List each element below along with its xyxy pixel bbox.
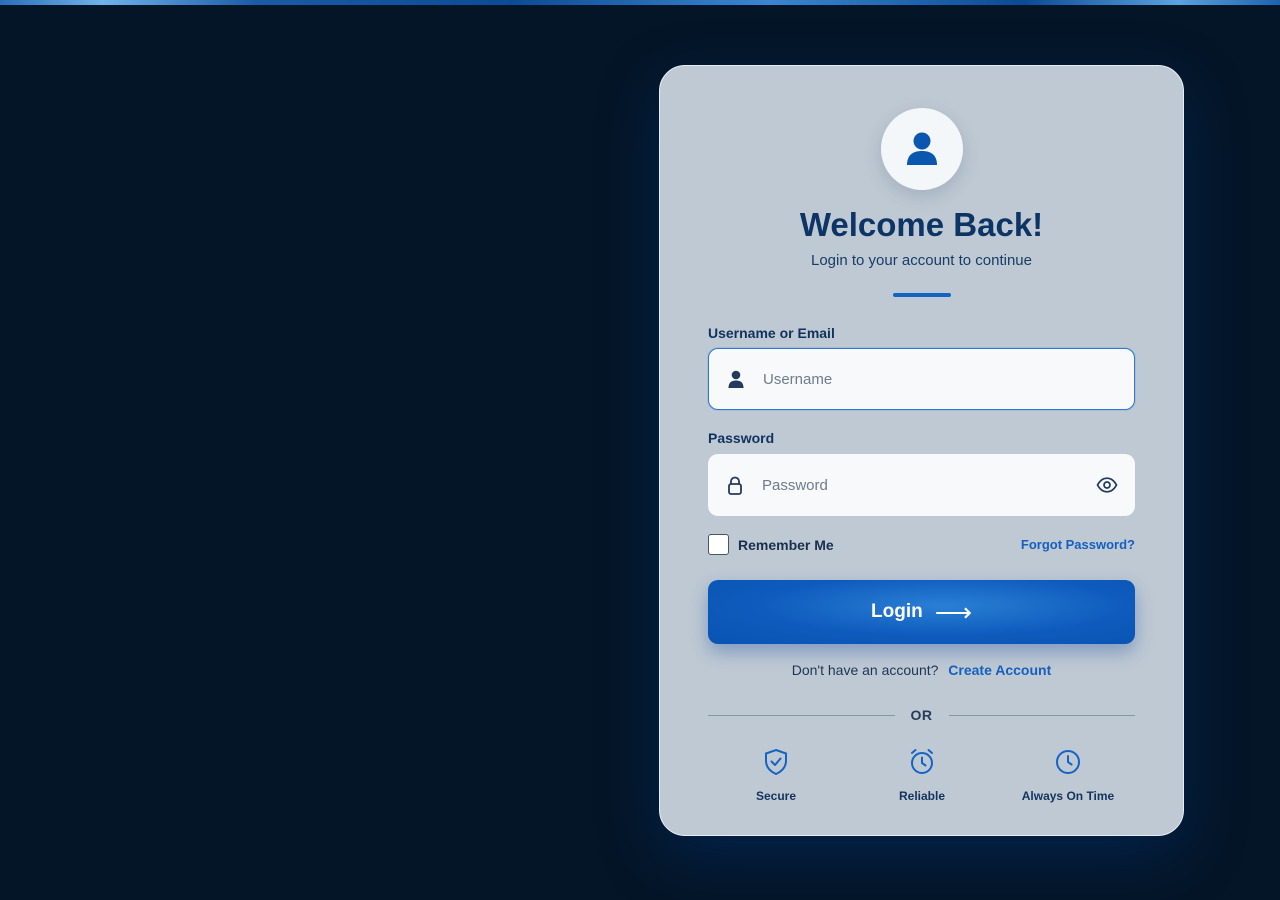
password-label: Password <box>708 430 775 446</box>
clock-icon <box>1056 750 1080 774</box>
arrow-right-icon: ⟶ <box>934 597 972 627</box>
remember-me-label: Remember Me <box>738 536 834 553</box>
login-button[interactable]: Login ⟶ <box>708 580 1135 644</box>
user-icon <box>728 370 744 388</box>
lock-icon <box>728 476 742 495</box>
feature-reliable: Reliable <box>852 747 992 803</box>
remember-me-checkbox[interactable] <box>708 534 729 555</box>
avatar <box>881 108 963 190</box>
feature-label: Reliable <box>898 789 946 803</box>
page-title: Welcome Back! <box>799 206 1044 243</box>
or-divider: OR <box>708 706 1135 724</box>
feature-label: Secure <box>755 789 797 803</box>
title-accent-divider <box>893 293 951 297</box>
alarm-clock-icon <box>911 749 933 774</box>
login-button-label: Login <box>871 601 923 622</box>
username-input[interactable] <box>763 349 1134 409</box>
login-card: Welcome Back! Login to your account to c… <box>659 65 1184 836</box>
signup-prompt-text: Don't have an account? <box>791 662 939 678</box>
signup-prompt: Don't have an account? Create Account <box>660 662 1183 678</box>
page-subtitle: Login to your account to continue <box>811 252 1032 269</box>
top-banner-strip <box>0 0 1280 5</box>
username-label: Username or Email <box>708 325 835 341</box>
user-icon <box>907 132 937 165</box>
password-input[interactable] <box>762 454 1079 516</box>
create-account-link[interactable]: Create Account <box>948 662 1051 678</box>
username-field[interactable] <box>708 348 1135 410</box>
feature-label: Always On Time <box>1021 789 1115 803</box>
feature-secure: Secure <box>706 747 846 803</box>
eye-icon <box>1096 477 1118 493</box>
forgot-password-link[interactable]: Forgot Password? <box>1021 537 1135 552</box>
or-divider-text: OR <box>910 707 933 723</box>
shield-check-icon <box>765 748 787 776</box>
feature-always-on-time: Always On Time <box>998 747 1138 803</box>
remember-me[interactable]: Remember Me <box>708 534 834 555</box>
toggle-password-visibility-button[interactable] <box>1079 477 1135 493</box>
password-field[interactable] <box>708 454 1135 516</box>
